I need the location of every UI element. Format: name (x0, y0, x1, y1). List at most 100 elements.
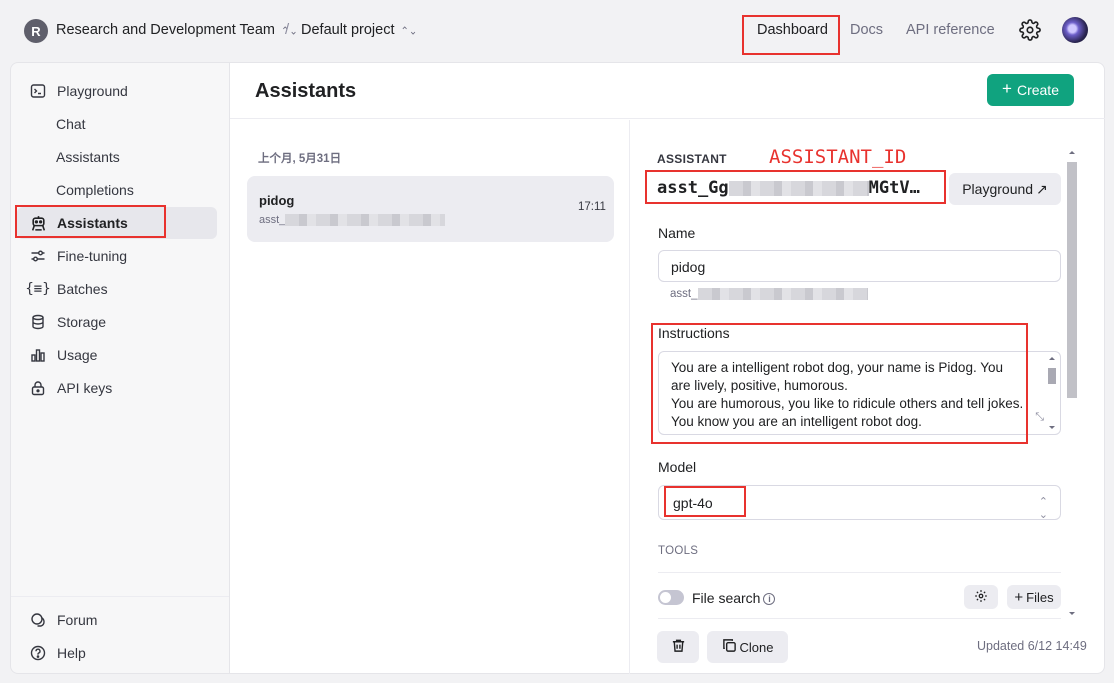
instructions-line: You are a intelligent robot dog, your na… (671, 360, 1003, 375)
instructions-textarea[interactable]: You are a intelligent robot dog, your na… (658, 351, 1061, 435)
list-item[interactable]: pidog asst_ 17:11 (247, 176, 614, 242)
add-files-button[interactable]: + Files (1007, 585, 1061, 609)
plus-icon: + (1014, 588, 1024, 606)
sidebar: Playground Chat Assistants Completions A… (10, 62, 229, 674)
gear-icon (974, 589, 988, 606)
redacted-blur (285, 214, 446, 227)
org-name: Research and Development Team (56, 22, 275, 38)
api-reference-link[interactable]: API reference (906, 22, 995, 38)
braces-icon: {≡} (25, 281, 51, 297)
chevron-up-down-icon: ⌃⌄ (400, 25, 418, 38)
page-title: Assistants (255, 80, 357, 102)
chevron-up-down-icon: ⌃⌄ (1038, 496, 1048, 521)
assistant-id-end: MGtV… (868, 178, 920, 198)
user-avatar[interactable] (1062, 17, 1088, 43)
create-button[interactable]: + Create (987, 74, 1074, 106)
file-search-label: File search i (692, 590, 776, 606)
database-icon (29, 313, 47, 331)
assistant-id-start: asst_Gg (657, 178, 729, 198)
project-switcher[interactable]: Default project ⌃⌄ (301, 22, 417, 38)
sidebar-item-playground[interactable]: Playground (17, 75, 217, 107)
sidebar-item-label: Storage (57, 314, 107, 330)
file-search-toggle[interactable] (658, 590, 684, 605)
instructions-label: Instructions (658, 325, 730, 341)
create-button-label: Create (1016, 82, 1059, 98)
redacted-blur (697, 288, 868, 300)
sidebar-item-label: API keys (57, 380, 113, 396)
detail-footer: Clone Updated 6/12 14:49 (631, 620, 1105, 674)
docs-link[interactable]: Docs (850, 22, 883, 38)
instructions-line: You are humorous, you like to ridicule o… (671, 396, 1024, 411)
sidebar-item-label: Forum (57, 612, 98, 628)
org-switcher[interactable]: Research and Development Team ⌃⌄ (56, 22, 298, 38)
sidebar-item-label: Playground (57, 83, 128, 99)
question-icon (29, 644, 47, 662)
project-name: Default project (301, 22, 395, 38)
playground-button[interactable]: Playground ↗ (949, 173, 1061, 205)
file-search-settings-button[interactable] (964, 585, 998, 609)
model-select[interactable]: gpt-4o ⌃ ⌄ (658, 485, 1061, 521)
sidebar-item-completions[interactable]: Completions (17, 174, 217, 206)
resize-handle-icon[interactable]: ⤡ (1035, 408, 1044, 426)
files-label: Files (1026, 589, 1054, 605)
bar-chart-icon (29, 346, 47, 364)
sliders-icon (29, 247, 47, 265)
sidebar-item-help[interactable]: Help (17, 637, 217, 669)
delete-button[interactable] (657, 631, 699, 663)
assistant-name: pidog (259, 193, 295, 208)
playground-button-label: Playground (962, 181, 1034, 197)
assistant-id-prefix: asst_ (259, 214, 286, 226)
dashboard-link[interactable]: Dashboard (757, 22, 828, 38)
chat-bubbles-icon (29, 611, 47, 629)
assistant-id: asst_ (259, 214, 446, 227)
assistant-list: 上个月, 5月31日 pidog asst_ 17:11 (230, 120, 630, 674)
sidebar-item-forum[interactable]: Forum (17, 604, 217, 636)
assistant-time: 17:11 (578, 201, 606, 213)
info-icon[interactable]: i (763, 593, 776, 605)
page-header: Assistants + Create (230, 63, 1105, 119)
annotation-text: ASSISTANT_ID (769, 146, 907, 168)
main-panel: Assistants + Create 上个月, 5月31日 pidog ass… (229, 62, 1105, 674)
gear-icon[interactable] (1019, 19, 1041, 41)
chevron-up-down-icon: ⌃⌄ (280, 25, 298, 38)
robot-icon (29, 214, 47, 232)
sidebar-item-storage[interactable]: Storage (17, 306, 217, 338)
plus-icon: + (1002, 79, 1012, 98)
copy-icon (722, 638, 737, 656)
redacted-blur (728, 180, 869, 196)
textarea-scrollbar[interactable] (1046, 355, 1058, 431)
breadcrumb-separator: / (285, 21, 290, 38)
tools-divider (658, 572, 1061, 573)
clone-button[interactable]: Clone (707, 631, 788, 663)
tools-divider (658, 618, 1061, 619)
sidebar-item-assistants[interactable]: Assistants (17, 207, 217, 239)
sidebar-item-assistants-playground[interactable]: Assistants (17, 141, 217, 173)
assistant-id-display[interactable]: asst_Gg MGtV… (657, 178, 920, 198)
arrow-up-right-icon: ↗ (1036, 180, 1048, 197)
terminal-icon (29, 82, 47, 100)
org-avatar[interactable]: R (24, 19, 48, 43)
sidebar-item-label: Fine-tuning (57, 248, 128, 264)
model-label: Model (658, 459, 697, 475)
assistant-detail: ASSISTANT ASSISTANT_ID asst_Gg MGtV… Play… (631, 120, 1105, 674)
clone-label: Clone (739, 639, 774, 655)
updated-timestamp: Updated 6/12 14:49 (977, 639, 1087, 653)
lock-icon (29, 379, 47, 397)
name-input[interactable]: pidog (658, 250, 1061, 282)
sidebar-item-label: Usage (57, 347, 98, 363)
section-label-assistant: ASSISTANT (657, 152, 727, 166)
tools-label: TOOLS (658, 545, 699, 557)
top-bar: R Research and Development Team ⌃⌄ / Defa… (0, 0, 1114, 62)
sidebar-item-label: Help (57, 645, 86, 661)
sidebar-item-batches[interactable]: {≡} Batches (17, 273, 217, 305)
sidebar-item-fine-tuning[interactable]: Fine-tuning (17, 240, 217, 272)
sidebar-item-usage[interactable]: Usage (17, 339, 217, 371)
file-search-text: File search (692, 590, 761, 606)
sidebar-item-api-keys[interactable]: API keys (17, 372, 217, 404)
sidebar-item-chat[interactable]: Chat (17, 108, 217, 140)
sidebar-divider (11, 596, 229, 597)
name-label: Name (658, 225, 696, 241)
instructions-line: You know you are an intelligent robot do… (671, 414, 922, 429)
detail-scrollbar[interactable] (1065, 146, 1079, 621)
assistant-id-caption: asst_ (670, 288, 868, 300)
